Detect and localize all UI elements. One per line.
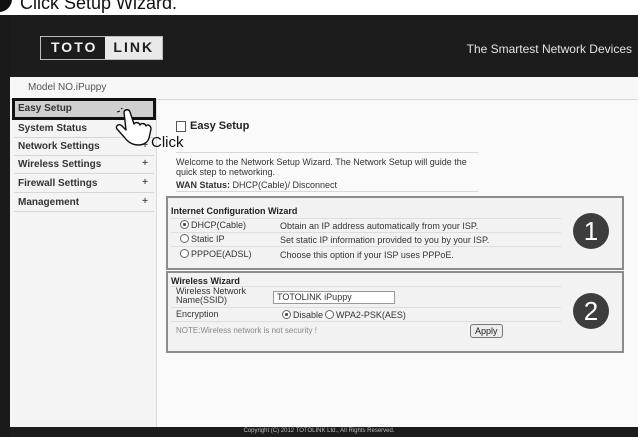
expand-plus-icon: +	[142, 158, 148, 169]
radio-selected-icon[interactable]	[282, 310, 291, 319]
logo-right-text: LINK	[105, 37, 163, 59]
dhcp-description: Obtain an IP address automatically from …	[280, 221, 479, 231]
page-icon	[176, 121, 186, 132]
row-divider	[171, 218, 561, 219]
wireless-wizard-title: Wireless Wizard	[171, 276, 240, 286]
static-ip-option[interactable]: Static IP	[180, 234, 225, 244]
totolink-logo: TOTO LINK	[40, 36, 164, 60]
pppoe-option[interactable]: PPPOE(ADSL)	[180, 249, 252, 259]
wan-status: WAN Status: DHCP(Cable)/ Disconnect	[176, 180, 337, 190]
copyright-text: Copyright (C) 2012 TOTOLINK Ltd., All Ri…	[243, 428, 395, 434]
encryption-disable-label: Disable	[293, 310, 324, 320]
row-divider	[171, 307, 561, 308]
sidebar-item-label: System Status	[18, 123, 87, 134]
row-divider	[171, 246, 561, 247]
sidebar-item-management[interactable]: Management +	[14, 194, 154, 212]
ssid-label: Wireless Network Name(SSID)	[176, 286, 247, 305]
row-divider	[171, 232, 561, 233]
step-1-badge: 1	[573, 213, 609, 249]
radio-unselected-icon[interactable]	[180, 234, 189, 243]
header-tagline: The Smartest Network Devices	[466, 42, 632, 56]
apply-button[interactable]: Apply	[470, 324, 503, 338]
click-label: Click	[151, 134, 184, 151]
ssid-input[interactable]: TOTOLINK iPuppy	[273, 291, 395, 304]
internet-wizard-title: Internet Configuration Wizard	[171, 206, 298, 216]
encryption-wpa2-label: WPA2-PSK(AES)	[336, 310, 406, 320]
encryption-disable-option[interactable]: Disable	[282, 310, 323, 320]
welcome-text: Welcome to the Network Setup Wizard. The…	[176, 157, 467, 177]
sidebar-item-label: Management	[18, 197, 80, 208]
logo-left-text: TOTO	[51, 39, 98, 55]
radio-unselected-icon[interactable]	[325, 310, 334, 319]
encryption-label: Encryption	[176, 309, 219, 319]
instruction-text: Click Setup Wizard.	[20, 0, 178, 13]
model-number: Model NO.iPuppy	[28, 82, 107, 93]
pppoe-label: PPPOE(ADSL)	[191, 249, 252, 259]
sidebar-item-label: Firewall Settings	[18, 178, 98, 189]
dhcp-option[interactable]: DHCP(Cable)	[180, 220, 246, 230]
pointing-hand-icon	[115, 108, 152, 146]
radio-unselected-icon[interactable]	[180, 249, 189, 258]
step-2-badge: 2	[573, 293, 609, 329]
sidebar-item-wireless-settings[interactable]: Wireless Settings +	[14, 156, 154, 174]
divider	[176, 152, 478, 153]
radio-selected-icon[interactable]	[180, 220, 189, 229]
divider	[176, 191, 478, 192]
step-number-badge	[0, 0, 12, 12]
encryption-wpa2-option[interactable]: WPA2-PSK(AES)	[325, 310, 406, 320]
expand-plus-icon: +	[142, 196, 148, 207]
security-note: NOTE:Wireless network is not security !	[176, 326, 317, 335]
wan-status-label: WAN Status:	[176, 180, 230, 190]
dhcp-label: DHCP(Cable)	[191, 220, 247, 230]
row-divider	[171, 321, 561, 322]
wan-status-value: DHCP(Cable)/ Disconnect	[232, 180, 338, 190]
sidebar-item-firewall-settings[interactable]: Firewall Settings +	[14, 175, 154, 193]
frame-left-edge	[0, 15, 10, 437]
sidebar-item-label: Wireless Settings	[18, 159, 102, 170]
static-ip-label: Static IP	[191, 234, 225, 244]
page-title: Easy Setup	[190, 120, 250, 132]
sidebar-item-label: Easy Setup	[18, 103, 72, 114]
expand-plus-icon: +	[142, 177, 148, 188]
static-ip-description: Set static IP information provided to yo…	[280, 235, 490, 245]
pppoe-description: Choose this option if your ISP uses PPPo…	[280, 250, 454, 260]
sidebar-item-label: Network Settings	[18, 141, 100, 152]
